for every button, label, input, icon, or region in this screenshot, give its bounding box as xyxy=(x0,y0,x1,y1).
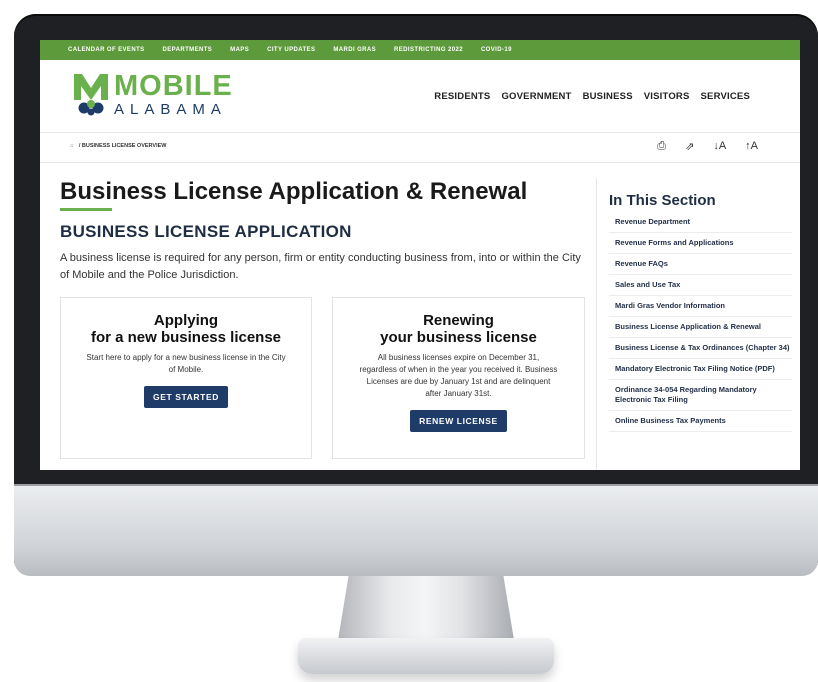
monitor-chin xyxy=(14,484,818,576)
get-started-button[interactable]: GET STARTED xyxy=(144,386,228,408)
nav-item-business[interactable]: BUSINESS xyxy=(583,91,633,102)
page-tools: ⎙ ⇗ ↓A ↑A xyxy=(657,140,758,153)
sidebar-item-mardi-gras-vendor[interactable]: Mardi Gras Vendor Information xyxy=(609,296,792,317)
apply-card-title: Applying for a new business license xyxy=(61,312,311,346)
section-heading: BUSINESS LICENSE APPLICATION xyxy=(60,222,352,241)
sidebar-item-ordinance-34-054[interactable]: Ordinance 34-054 Regarding Mandatory Ele… xyxy=(609,380,792,411)
utility-link-covid[interactable]: COVID-19 xyxy=(481,47,512,53)
screen: CALENDAR OF EVENTS DEPARTMENTS MAPS CITY… xyxy=(40,40,800,470)
utility-link-calendar[interactable]: CALENDAR OF EVENTS xyxy=(68,47,145,53)
sidebar-list: Revenue Department Revenue Forms and App… xyxy=(609,212,792,432)
utility-link-departments[interactable]: DEPARTMENTS xyxy=(163,47,213,53)
home-icon[interactable]: ⌂ xyxy=(70,143,73,149)
main-nav: RESIDENTS GOVERNMENT BUSINESS VISITORS S… xyxy=(434,91,750,102)
apply-card-title-line1: Applying xyxy=(153,312,219,329)
logo-m-icon xyxy=(74,74,108,116)
intro-paragraph: A business license is required for any p… xyxy=(60,252,581,281)
utility-link-redistricting[interactable]: REDISTRICTING 2022 xyxy=(394,47,463,53)
sidebar-item-sales-use-tax[interactable]: Sales and Use Tax xyxy=(609,275,792,296)
renew-card-body: All business licenses expire on December… xyxy=(359,353,558,398)
site-header: MOBILE ALABAMA RESIDENTS GOVERNMENT BUSI… xyxy=(40,60,800,133)
utility-link-mardi-gras[interactable]: MARDI GRAS xyxy=(333,47,376,53)
renew-card-title: Renewing your business license xyxy=(333,312,584,346)
section-sidebar: In This Section Revenue Department Reven… xyxy=(596,178,792,470)
sidebar-item-business-license[interactable]: Business License Application & Renewal xyxy=(609,317,792,338)
nav-item-visitors[interactable]: VISITORS xyxy=(644,91,690,102)
sidebar-item-revenue-forms[interactable]: Revenue Forms and Applications xyxy=(609,233,792,254)
renew-card-title-line2: your business license xyxy=(380,329,537,346)
print-icon[interactable]: ⎙ xyxy=(657,140,666,153)
sidebar-item-electronic-filing-notice[interactable]: Mandatory Electronic Tax Filing Notice (… xyxy=(609,359,792,380)
decrease-text-size-icon[interactable]: ↓A xyxy=(713,140,726,153)
utility-link-city-updates[interactable]: CITY UPDATES xyxy=(267,47,315,53)
sidebar-title: In This Section xyxy=(609,192,716,209)
apply-card-title-line2: for a new business license xyxy=(90,329,282,346)
sidebar-item-revenue-faqs[interactable]: Revenue FAQs xyxy=(609,254,792,275)
utility-link-maps[interactable]: MAPS xyxy=(230,47,249,53)
page-title: Business License Application & Renewal xyxy=(60,178,528,205)
breadcrumb-bar: ⌂ / BUSINESS LICENSE OVERVIEW ⎙ ⇗ ↓A ↑A xyxy=(40,132,800,163)
logo-wordmark-mobile: MOBILE xyxy=(114,70,233,102)
monitor-bezel-edge xyxy=(14,484,818,486)
title-underline xyxy=(60,208,112,211)
nav-item-services[interactable]: SERVICES xyxy=(701,91,750,102)
breadcrumb-separator: / xyxy=(78,143,81,149)
renew-card-title-line1: Renewing xyxy=(423,312,494,329)
apply-card-body: Start here to apply for a new business l… xyxy=(86,353,286,374)
sidebar-item-online-payments[interactable]: Online Business Tax Payments xyxy=(609,411,792,432)
renew-license-button[interactable]: RENEW LICENSE xyxy=(410,410,507,432)
monitor-stand-neck xyxy=(338,576,514,640)
nav-item-residents[interactable]: RESIDENTS xyxy=(434,91,490,102)
logo-wordmark-alabama: ALABAMA xyxy=(114,101,227,118)
utility-nav: CALENDAR OF EVENTS DEPARTMENTS MAPS CITY… xyxy=(40,40,800,60)
sidebar-item-ordinances[interactable]: Business License & Tax Ordinances (Chapt… xyxy=(609,338,792,359)
site-logo[interactable]: MOBILE ALABAMA xyxy=(74,70,254,124)
share-icon[interactable]: ⇗ xyxy=(685,140,694,153)
apply-card: Applying for a new business license Star… xyxy=(60,297,312,459)
breadcrumb-current: BUSINESS LICENSE OVERVIEW xyxy=(81,143,167,149)
nav-item-government[interactable]: GOVERNMENT xyxy=(501,91,571,102)
renew-card: Renewing your business license All busin… xyxy=(332,297,585,459)
breadcrumb: ⌂ / BUSINESS LICENSE OVERVIEW xyxy=(70,143,166,149)
increase-text-size-icon[interactable]: ↑A xyxy=(745,140,758,153)
sidebar-item-revenue-department[interactable]: Revenue Department xyxy=(609,212,792,233)
monitor-stand-foot xyxy=(298,638,554,674)
